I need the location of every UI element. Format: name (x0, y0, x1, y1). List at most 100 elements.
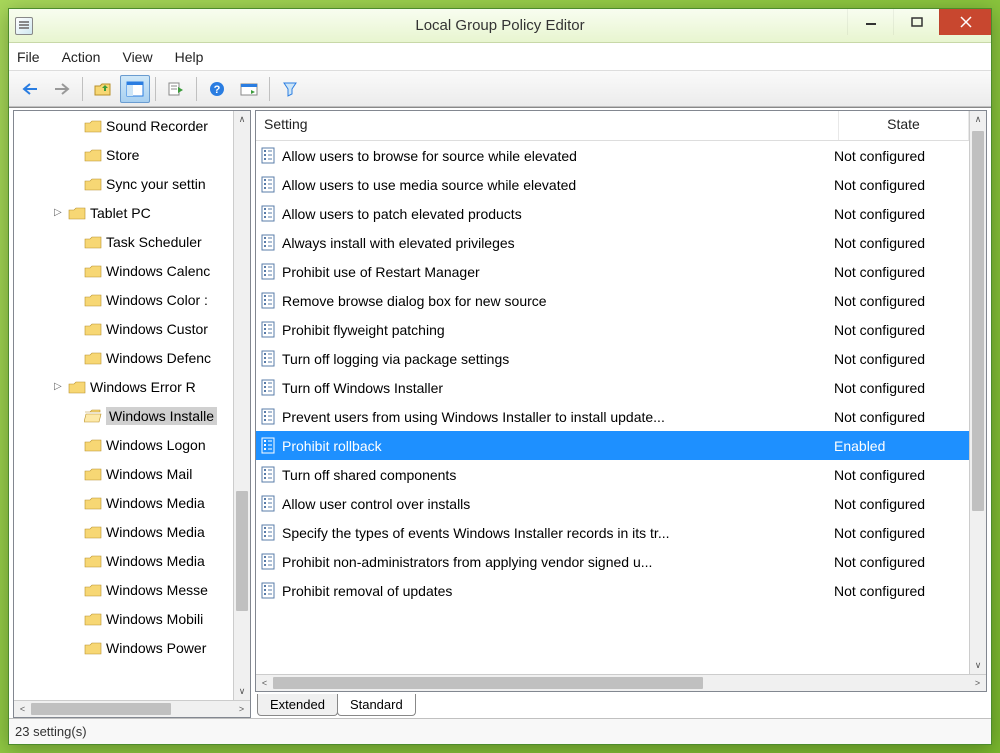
setting-name: Prohibit use of Restart Manager (282, 264, 834, 280)
tree-item[interactable]: Windows Color : (14, 285, 233, 314)
setting-row[interactable]: Prohibit non-administrators from applyin… (256, 547, 969, 576)
setting-row[interactable]: Prevent users from using Windows Install… (256, 402, 969, 431)
tree-item[interactable]: Windows Logon (14, 430, 233, 459)
tree-vertical-scrollbar[interactable]: ∧ ∨ (233, 111, 250, 700)
help-button[interactable]: ? (202, 75, 232, 103)
setting-row[interactable]: Turn off logging via package settingsNot… (256, 344, 969, 373)
scroll-right-arrow-icon[interactable]: > (233, 704, 250, 714)
setting-row[interactable]: Remove browse dialog box for new sourceN… (256, 286, 969, 315)
up-folder-button[interactable] (88, 75, 118, 103)
menu-help[interactable]: Help (175, 49, 204, 65)
setting-name: Remove browse dialog box for new source (282, 293, 834, 309)
setting-row[interactable]: Allow users to use media source while el… (256, 170, 969, 199)
tree-item[interactable]: Windows Mail (14, 459, 233, 488)
tree-item[interactable]: Windows Custor (14, 314, 233, 343)
column-header-setting[interactable]: Setting (256, 111, 839, 140)
tree-item[interactable]: Store (14, 140, 233, 169)
tree-pane-icon (126, 81, 144, 97)
tree-item-label: Windows Installe (106, 407, 217, 425)
tree-item-label: Windows Power (106, 640, 206, 656)
setting-row[interactable]: Prohibit rollbackEnabled (256, 431, 969, 460)
tree-item[interactable]: Windows Media (14, 546, 233, 575)
tab-extended[interactable]: Extended (257, 694, 338, 716)
setting-state: Not configured (834, 293, 969, 309)
tree-body[interactable]: Sound Recorder Store Sync your settin ▷ Tabl… (14, 111, 233, 700)
folder-icon (84, 235, 102, 249)
minimize-button[interactable] (847, 9, 893, 35)
scroll-left-arrow-icon[interactable]: < (14, 704, 31, 714)
tree-item[interactable]: Windows Power (14, 633, 233, 662)
back-button[interactable] (15, 75, 45, 103)
tree-item-label: Tablet PC (90, 205, 151, 221)
policy-icon (260, 147, 278, 165)
setting-row[interactable]: Turn off Windows InstallerNot configured (256, 373, 969, 402)
policy-icon (260, 437, 278, 455)
tree-item[interactable]: Windows Messe (14, 575, 233, 604)
settings-list[interactable]: Allow users to browse for source while e… (256, 141, 969, 674)
menu-file[interactable]: File (17, 49, 40, 65)
setting-row[interactable]: Specify the types of events Windows Inst… (256, 518, 969, 547)
workarea: Sound Recorder Store Sync your settin ▷ Tabl… (9, 107, 991, 718)
scroll-up-arrow-icon[interactable]: ∧ (970, 111, 986, 128)
show-hide-tree-button[interactable] (120, 75, 150, 103)
policy-icon (260, 350, 278, 368)
scroll-up-arrow-icon[interactable]: ∧ (234, 111, 250, 128)
scrollbar-thumb[interactable] (31, 703, 171, 715)
filter-button[interactable] (275, 75, 305, 103)
menu-view[interactable]: View (122, 49, 152, 65)
list-horizontal-scrollbar[interactable]: < > (256, 674, 986, 691)
properties-icon (240, 81, 258, 97)
setting-row[interactable]: Prohibit flyweight patchingNot configure… (256, 315, 969, 344)
folder-icon (84, 264, 102, 278)
setting-row[interactable]: Allow user control over installsNot conf… (256, 489, 969, 518)
scroll-down-arrow-icon[interactable]: ∨ (970, 657, 986, 674)
scroll-down-arrow-icon[interactable]: ∨ (234, 683, 250, 700)
menu-action[interactable]: Action (62, 49, 101, 65)
tree-item[interactable]: Sound Recorder (14, 111, 233, 140)
tree-horizontal-scrollbar[interactable]: < > (14, 700, 250, 717)
scroll-left-arrow-icon[interactable]: < (256, 678, 273, 688)
tree-item[interactable]: Windows Defenc (14, 343, 233, 372)
setting-row[interactable]: Always install with elevated privilegesN… (256, 228, 969, 257)
tab-standard[interactable]: Standard (337, 694, 416, 716)
setting-row[interactable]: Prohibit removal of updatesNot configure… (256, 576, 969, 605)
setting-state: Not configured (834, 525, 969, 541)
tree-item[interactable]: Windows Calenc (14, 256, 233, 285)
scrollbar-thumb[interactable] (972, 131, 984, 511)
tree-item[interactable]: Task Scheduler (14, 227, 233, 256)
tree-item[interactable]: Windows Mobili (14, 604, 233, 633)
setting-name: Prevent users from using Windows Install… (282, 409, 834, 425)
scrollbar-thumb[interactable] (236, 491, 248, 611)
tree-item[interactable]: Sync your settin (14, 169, 233, 198)
scrollbar-thumb[interactable] (273, 677, 703, 689)
scroll-right-arrow-icon[interactable]: > (969, 678, 986, 688)
column-header-state[interactable]: State (839, 111, 969, 140)
tree-item[interactable]: Windows Media (14, 488, 233, 517)
policy-icon (260, 205, 278, 223)
tree-item[interactable]: Windows Installe (14, 401, 233, 430)
setting-row[interactable]: Allow users to browse for source while e… (256, 141, 969, 170)
close-button[interactable] (939, 9, 991, 35)
policy-icon (260, 292, 278, 310)
titlebar[interactable]: Local Group Policy Editor (9, 9, 991, 43)
arrow-right-icon (53, 82, 71, 96)
tree-item-label: Store (106, 147, 139, 163)
setting-row[interactable]: Allow users to patch elevated productsNo… (256, 199, 969, 228)
setting-row[interactable]: Turn off shared componentsNot configured (256, 460, 969, 489)
tree-item[interactable]: ▷Windows Error R (14, 372, 233, 401)
policy-icon (260, 582, 278, 600)
properties-button[interactable] (234, 75, 264, 103)
maximize-button[interactable] (893, 9, 939, 35)
svg-text:?: ? (214, 84, 221, 96)
arrow-left-icon (21, 82, 39, 96)
setting-row[interactable]: Prohibit use of Restart ManagerNot confi… (256, 257, 969, 286)
tree-item[interactable]: Windows Media (14, 517, 233, 546)
expand-toggle-icon[interactable]: ▷ (54, 381, 68, 392)
forward-button[interactable] (47, 75, 77, 103)
expand-toggle-icon[interactable]: ▷ (54, 207, 68, 218)
tree-item[interactable]: ▷ Tablet PC (14, 198, 233, 227)
list-vertical-scrollbar[interactable]: ∧ ∨ (969, 111, 986, 674)
tree-item-label: Windows Color : (106, 292, 208, 308)
export-list-button[interactable] (161, 75, 191, 103)
setting-name: Specify the types of events Windows Inst… (282, 525, 834, 541)
